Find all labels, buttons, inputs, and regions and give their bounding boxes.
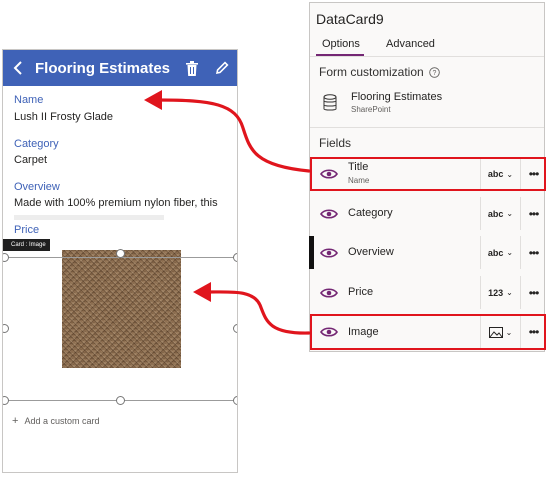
more-options-button[interactable]: ••• <box>520 276 546 309</box>
plus-icon: + <box>12 415 19 427</box>
field-type-label: 123 <box>488 287 504 298</box>
svg-text:?: ? <box>433 70 437 77</box>
field-image-name: Image <box>348 325 379 338</box>
chevron-down-icon: ⌄ <box>506 209 514 218</box>
chevron-down-icon: ⌄ <box>505 327 513 337</box>
field-overview-name: Overview <box>348 246 394 258</box>
resize-handle[interactable] <box>233 253 237 262</box>
card-image-tag: Card : Image <box>3 239 50 251</box>
ellipsis-icon: ••• <box>528 245 540 260</box>
overview-label: Overview <box>14 181 60 193</box>
divider <box>310 56 544 57</box>
resize-handle[interactable] <box>3 396 9 405</box>
active-row-indicator <box>309 236 314 269</box>
add-custom-card-label: Add a custom card <box>24 416 100 426</box>
category-label: Category <box>14 138 59 150</box>
field-category-name: Category <box>348 207 393 219</box>
ellipsis-icon: ••• <box>528 325 540 339</box>
image-icon <box>488 326 503 338</box>
field-title-label: Title Name <box>348 161 480 187</box>
chevron-down-icon: ⌄ <box>506 248 514 257</box>
resize-handle[interactable] <box>116 396 125 405</box>
ellipsis-icon: ••• <box>528 206 540 221</box>
ellipsis-icon: ••• <box>528 167 540 181</box>
help-icon[interactable]: ? <box>429 67 440 78</box>
resize-handle[interactable] <box>233 324 237 333</box>
chevron-left-icon <box>13 61 22 75</box>
name-value: Lush II Frosty Glade <box>14 111 114 123</box>
eye-icon[interactable] <box>310 247 348 258</box>
field-type-dropdown[interactable]: 123 ⌄ <box>480 276 520 309</box>
field-title-name: Title <box>348 161 369 173</box>
card-tag-label: Card : Image <box>11 242 46 248</box>
resize-handle[interactable] <box>233 396 237 405</box>
field-type-dropdown[interactable]: abc ⌄ <box>480 236 520 269</box>
price-label: Price <box>14 224 40 236</box>
field-type-label: abc <box>487 247 504 258</box>
form-customization-heading: Form customization <box>319 65 424 79</box>
panel-title: DataCard9 <box>316 11 384 27</box>
eye-icon[interactable] <box>310 327 348 337</box>
image-card-selection[interactable] <box>5 257 237 401</box>
add-custom-card-button[interactable]: + Add a custom card <box>12 415 99 427</box>
delete-button[interactable] <box>177 50 207 86</box>
category-value: Carpet <box>14 154 48 166</box>
app-title: Flooring Estimates <box>35 59 171 77</box>
field-row-category[interactable]: Category abc ⌄ ••• <box>310 197 546 230</box>
ellipsis-icon: ••• <box>528 285 540 300</box>
field-row-image[interactable]: Image ⌄ ••• <box>310 314 546 350</box>
eye-icon[interactable] <box>310 208 348 219</box>
datasource-name: Flooring Estimates <box>351 91 443 103</box>
edit-button[interactable] <box>207 50 237 86</box>
more-options-button[interactable]: ••• <box>520 197 546 230</box>
fields-heading: Fields <box>319 136 352 150</box>
datasource-type: SharePoint <box>351 105 391 114</box>
pencil-icon <box>215 61 229 75</box>
eye-icon[interactable] <box>310 287 348 298</box>
database-icon <box>323 94 337 111</box>
app-preview: Flooring Estimates Name Lush II Frosty G… <box>2 49 238 473</box>
field-type-label: abc <box>487 169 504 179</box>
tab-advanced[interactable]: Advanced <box>386 38 435 50</box>
field-type-dropdown[interactable]: ⌄ <box>480 315 520 349</box>
field-row-price[interactable]: Price 123 ⌄ ••• <box>310 276 546 309</box>
field-row-overview[interactable]: Overview abc ⌄ ••• <box>309 236 546 269</box>
more-options-button[interactable]: ••• <box>520 157 546 191</box>
field-row-title[interactable]: Title Name abc ⌄ ••• <box>310 157 546 191</box>
divider <box>310 127 544 128</box>
back-button[interactable] <box>3 50 33 86</box>
more-options-button[interactable]: ••• <box>520 315 546 349</box>
field-price-name: Price <box>348 286 374 298</box>
chevron-down-icon: ⌄ <box>506 169 514 179</box>
more-options-button[interactable]: ••• <box>520 236 546 269</box>
chevron-down-icon: ⌄ <box>506 288 513 297</box>
field-type-dropdown[interactable]: abc ⌄ <box>480 157 520 191</box>
trash-icon <box>186 60 198 76</box>
field-title-sub: Name <box>348 176 370 185</box>
eye-icon[interactable] <box>310 169 348 179</box>
tab-options[interactable]: Options <box>322 38 360 50</box>
field-type-label: abc <box>487 208 504 219</box>
field-type-dropdown[interactable]: abc ⌄ <box>480 197 520 230</box>
overview-overflow-line <box>14 215 164 220</box>
resize-handle[interactable] <box>116 249 125 258</box>
name-label: Name <box>14 94 44 106</box>
overview-value: Made with 100% premium nylon fiber, this <box>14 197 218 209</box>
app-header: Flooring Estimates <box>3 50 237 86</box>
properties-panel: DataCard9 Options Advanced Form customiz… <box>309 2 546 352</box>
